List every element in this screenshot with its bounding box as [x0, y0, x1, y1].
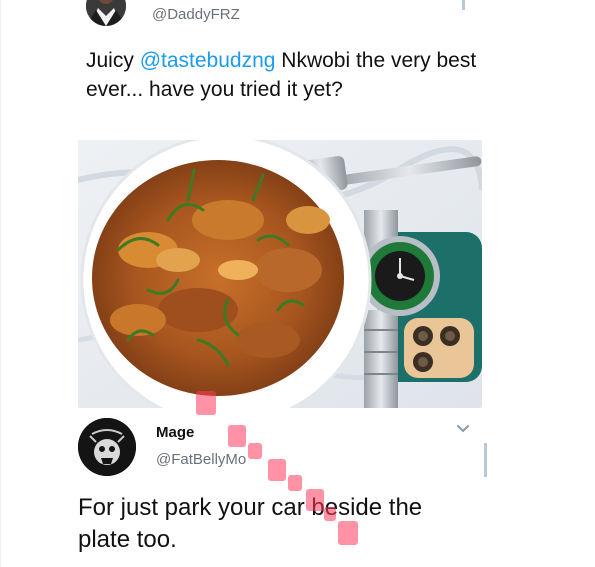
tweet-screenshot: @DaddyFRZ Juicy @tastebudzng Nkwobi the … — [0, 0, 595, 567]
thread-line — [484, 443, 487, 477]
food-photo — [78, 140, 482, 408]
tweet-photo[interactable] — [78, 140, 482, 408]
reply-author-name[interactable]: Mage — [156, 424, 194, 441]
tweet-text-prefix: Juicy — [86, 49, 140, 72]
avatar-image — [78, 418, 136, 476]
avatar-image — [86, 0, 126, 26]
mention-link[interactable]: @tastebudzng — [140, 49, 276, 72]
bowl-icon — [80, 140, 372, 408]
thread-line — [462, 0, 465, 10]
tweet-author-handle[interactable]: @DaddyFRZ — [152, 6, 240, 23]
avatar[interactable] — [78, 418, 136, 476]
tweet-text: Juicy @tastebudzng Nkwobi the very best … — [86, 46, 486, 104]
avatar[interactable] — [86, 0, 126, 26]
reply-author-handle[interactable]: @FatBellyMo — [156, 451, 246, 468]
reply-text: For just park your car beside the plate … — [78, 494, 423, 553]
divider — [0, 0, 1, 567]
chevron-down-icon[interactable] — [456, 424, 470, 434]
